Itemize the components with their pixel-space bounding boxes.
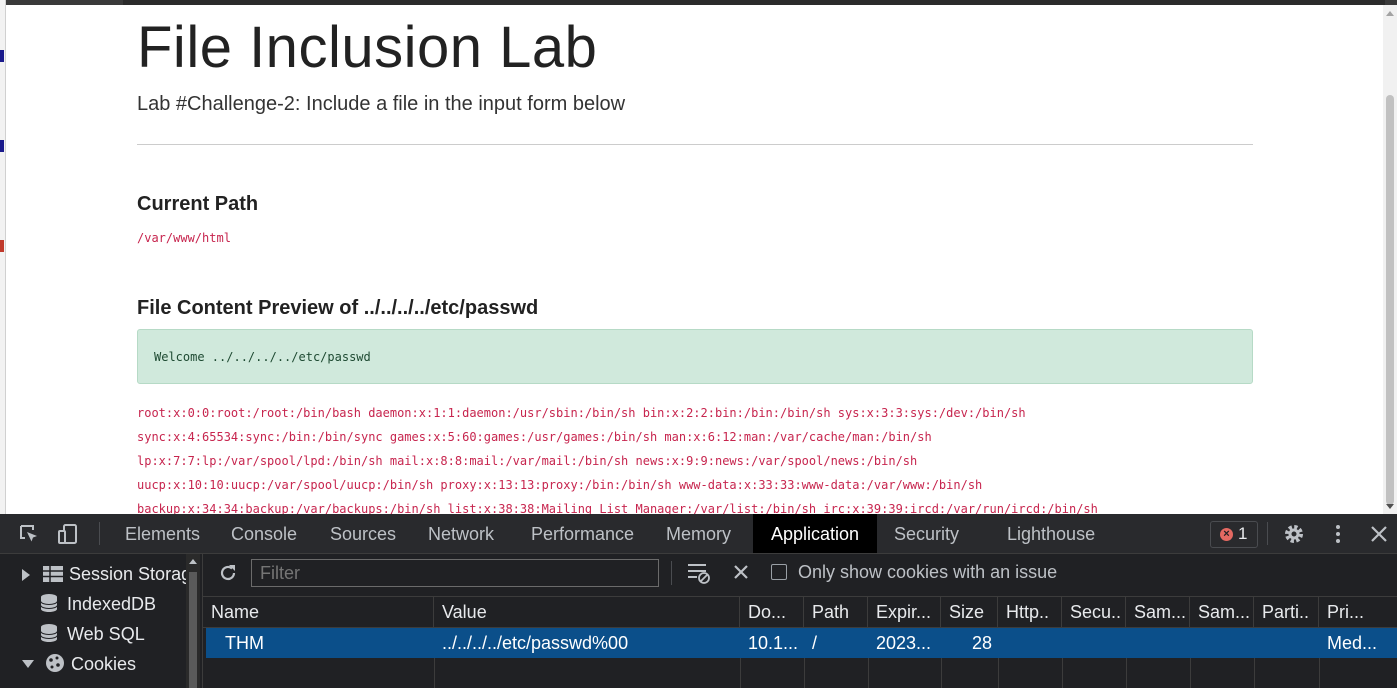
cookies-panel: Only show cookies with an issue Name Val…: [203, 554, 1397, 688]
column-header-priority[interactable]: Pri...: [1319, 597, 1397, 627]
passwd-line: lp:x:7:7:lp:/var/spool/lpd:/bin/sh mail:…: [137, 454, 918, 468]
passwd-line: backup:x:34:34:backup:/var/backups:/bin/…: [137, 502, 1098, 514]
scroll-up-icon[interactable]: [1386, 11, 1394, 16]
cookie-filter-input[interactable]: [251, 559, 659, 587]
sidebar-item-label: IndexedDB: [67, 594, 157, 614]
refresh-icon[interactable]: [218, 563, 238, 583]
sidebar-item-session-storage[interactable]: Session Storag: [22, 560, 191, 588]
column-header-httponly[interactable]: Http..: [998, 597, 1062, 627]
page-subtitle: Lab #Challenge-2: Include a file in the …: [137, 93, 626, 115]
tab-network[interactable]: Network: [428, 514, 494, 553]
error-count-badge[interactable]: × 1: [1210, 521, 1258, 548]
page-viewport: File Inclusion Lab Lab #Challenge-2: Inc…: [0, 0, 1397, 514]
column-header-sameparty[interactable]: Sam...: [1190, 597, 1254, 627]
sidebar-item-label: Web SQL: [67, 624, 145, 644]
passwd-line: sync:x:4:65534:sync:/bin:/bin/sync games…: [137, 430, 932, 444]
tab-performance[interactable]: Performance: [531, 514, 634, 553]
scrollbar-thumb[interactable]: [189, 572, 197, 688]
sidebar-item-label: Cookies: [71, 654, 137, 674]
cookie-size[interactable]: 28: [941, 628, 998, 658]
cookie-path[interactable]: /: [804, 628, 868, 658]
tab-security[interactable]: Security: [894, 514, 959, 553]
preview-heading-file: ../../../../etc/passwd: [363, 297, 539, 319]
left-window-edge: [0, 0, 6, 514]
cookie-name[interactable]: THM: [217, 628, 434, 658]
page-title: File Inclusion Lab: [137, 15, 598, 80]
devtools-tabbar: Elements Console Sources Network Perform…: [0, 514, 1397, 554]
error-count: 1: [1238, 524, 1248, 543]
clear-filter-icon[interactable]: [686, 562, 712, 584]
column-header-domain[interactable]: Do...: [740, 597, 804, 627]
current-path-heading: Current Path: [137, 193, 259, 215]
sidebar-item-indexeddb[interactable]: IndexedDB: [40, 590, 156, 618]
inspect-icon[interactable]: [18, 523, 40, 545]
tab-application[interactable]: Application: [753, 514, 877, 553]
clear-icon[interactable]: [733, 564, 749, 580]
expand-arrow-icon[interactable]: [22, 569, 30, 581]
column-header-size[interactable]: Size: [941, 597, 998, 627]
scroll-down-icon[interactable]: [1386, 504, 1394, 509]
column-header-partition[interactable]: Parti..: [1254, 597, 1319, 627]
cookies-toolbar: Only show cookies with an issue: [203, 554, 1397, 597]
column-header-expires[interactable]: Expir...: [868, 597, 941, 627]
collapse-arrow-icon[interactable]: [22, 660, 34, 668]
close-icon[interactable]: [1368, 523, 1390, 545]
scroll-up-icon[interactable]: [189, 559, 197, 564]
cookie-value[interactable]: ../../../../etc/passwd%00: [434, 628, 740, 658]
passwd-line: root:x:0:0:root:/root:/bin/bash daemon:x…: [137, 406, 1026, 420]
scrollbar-thumb[interactable]: [1386, 95, 1394, 505]
more-vert-icon[interactable]: [1327, 523, 1349, 545]
navbar-strip: [0, 0, 1397, 5]
column-header-secure[interactable]: Secu..: [1062, 597, 1126, 627]
settings-gear-icon[interactable]: [1283, 523, 1305, 545]
tab-lighthouse[interactable]: Lighthouse: [1007, 514, 1095, 553]
column-header-samesite[interactable]: Sam...: [1126, 597, 1190, 627]
cookie-icon: [46, 654, 65, 672]
sidebar-item-label: Session Storag: [69, 564, 192, 584]
device-toolbar-icon[interactable]: [57, 523, 79, 545]
cookie-priority[interactable]: Med...: [1319, 628, 1397, 658]
welcome-alert: Welcome ../../../../etc/passwd: [137, 329, 1253, 384]
column-header-value[interactable]: Value: [434, 597, 740, 627]
cookie-domain[interactable]: 10.1...: [740, 628, 804, 658]
preview-heading: File Content Preview of ../../../../etc/…: [137, 297, 538, 320]
application-sidebar: Session Storag IndexedDB Web SQL Cookies: [0, 554, 203, 688]
column-header-path[interactable]: Path: [804, 597, 868, 627]
database-icon: [40, 594, 58, 612]
tab-console[interactable]: Console: [231, 514, 297, 553]
devtools-panel: Elements Console Sources Network Perform…: [0, 514, 1397, 688]
tab-elements[interactable]: Elements: [125, 514, 200, 553]
sidebar-scrollbar[interactable]: [186, 554, 200, 688]
table-icon: [43, 566, 64, 582]
cookie-expires[interactable]: 2023...: [868, 628, 941, 658]
only-issues-label: Only show cookies with an issue: [798, 562, 1058, 582]
error-icon: ×: [1220, 528, 1233, 541]
sidebar-item-cookies[interactable]: Cookies: [22, 650, 136, 678]
column-header-name[interactable]: Name: [203, 597, 434, 627]
only-issues-checkbox[interactable]: [771, 564, 787, 580]
preview-heading-prefix: File Content Preview of: [137, 297, 359, 319]
welcome-alert-text: Welcome ../../../../etc/passwd: [154, 350, 371, 364]
tab-sources[interactable]: Sources: [330, 514, 396, 553]
page-scrollbar[interactable]: [1383, 5, 1397, 514]
current-path-value: /var/www/html: [137, 231, 231, 245]
tab-memory[interactable]: Memory: [666, 514, 731, 553]
database-icon: [40, 624, 58, 642]
divider: [137, 144, 1253, 145]
passwd-line: uucp:x:10:10:uucp:/var/spool/uucp:/bin/s…: [137, 478, 983, 492]
file-content-preview: root:x:0:0:root:/root:/bin/bash daemon:x…: [137, 404, 1197, 514]
cookies-table: Name Value Do... Path Expir... Size Http…: [203, 597, 1397, 688]
sidebar-item-websql[interactable]: Web SQL: [40, 620, 145, 648]
